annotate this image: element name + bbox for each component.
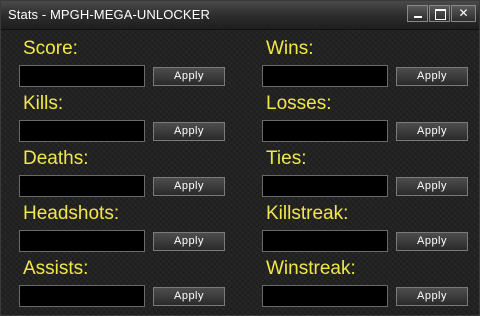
apply-ties-button[interactable]: Apply	[396, 177, 468, 196]
apply-deaths-button[interactable]: Apply	[153, 177, 225, 196]
stat-score: Score: Apply	[19, 38, 239, 90]
apply-score-button[interactable]: Apply	[153, 67, 225, 86]
apply-losses-button[interactable]: Apply	[396, 122, 468, 141]
stat-label-headshots: Headshots:	[23, 203, 120, 224]
kills-input[interactable]	[19, 120, 145, 142]
apply-killstreak-button[interactable]: Apply	[396, 232, 468, 251]
apply-kills-button[interactable]: Apply	[153, 122, 225, 141]
apply-assists-button[interactable]: Apply	[153, 287, 225, 306]
close-icon: ✕	[458, 6, 469, 20]
stat-label-winstreak: Winstreak:	[266, 258, 356, 279]
stat-label-score: Score:	[23, 38, 78, 59]
stat-winstreak: Winstreak: Apply	[262, 258, 480, 310]
stat-ties: Ties: Apply	[262, 148, 480, 200]
score-input[interactable]	[19, 65, 145, 87]
winstreak-input[interactable]	[262, 285, 388, 307]
stat-assists: Assists: Apply	[19, 258, 239, 310]
maximize-icon	[435, 9, 446, 20]
close-button[interactable]: ✕	[451, 5, 476, 22]
minimize-button[interactable]	[407, 5, 428, 22]
title-bar[interactable]: Stats - MPGH-MEGA-UNLOCKER ✕	[1, 1, 479, 30]
stat-label-deaths: Deaths:	[23, 148, 89, 169]
apply-headshots-button[interactable]: Apply	[153, 232, 225, 251]
assists-input[interactable]	[19, 285, 145, 307]
stat-kills: Kills: Apply	[19, 93, 239, 145]
stat-killstreak: Killstreak: Apply	[262, 203, 480, 255]
stat-label-ties: Ties:	[266, 148, 307, 169]
maximize-button[interactable]	[429, 5, 450, 22]
stat-label-assists: Assists:	[23, 258, 89, 279]
stat-label-wins: Wins:	[266, 38, 314, 59]
wins-input[interactable]	[262, 65, 388, 87]
window-title: Stats - MPGH-MEGA-UNLOCKER	[8, 7, 210, 22]
stat-label-killstreak: Killstreak:	[266, 203, 349, 224]
stats-panel: Score: Apply Wins: Apply Kills: Apply Lo…	[1, 30, 479, 315]
ties-input[interactable]	[262, 175, 388, 197]
apply-wins-button[interactable]: Apply	[396, 67, 468, 86]
losses-input[interactable]	[262, 120, 388, 142]
stat-losses: Losses: Apply	[262, 93, 480, 145]
stat-deaths: Deaths: Apply	[19, 148, 239, 200]
stat-label-losses: Losses:	[266, 93, 332, 114]
minimize-icon	[414, 16, 422, 18]
stat-headshots: Headshots: Apply	[19, 203, 239, 255]
stats-window: Stats - MPGH-MEGA-UNLOCKER ✕ Score: Appl…	[0, 0, 480, 316]
stat-label-kills: Kills:	[23, 93, 64, 114]
killstreak-input[interactable]	[262, 230, 388, 252]
deaths-input[interactable]	[19, 175, 145, 197]
stat-wins: Wins: Apply	[262, 38, 480, 90]
headshots-input[interactable]	[19, 230, 145, 252]
apply-winstreak-button[interactable]: Apply	[396, 287, 468, 306]
